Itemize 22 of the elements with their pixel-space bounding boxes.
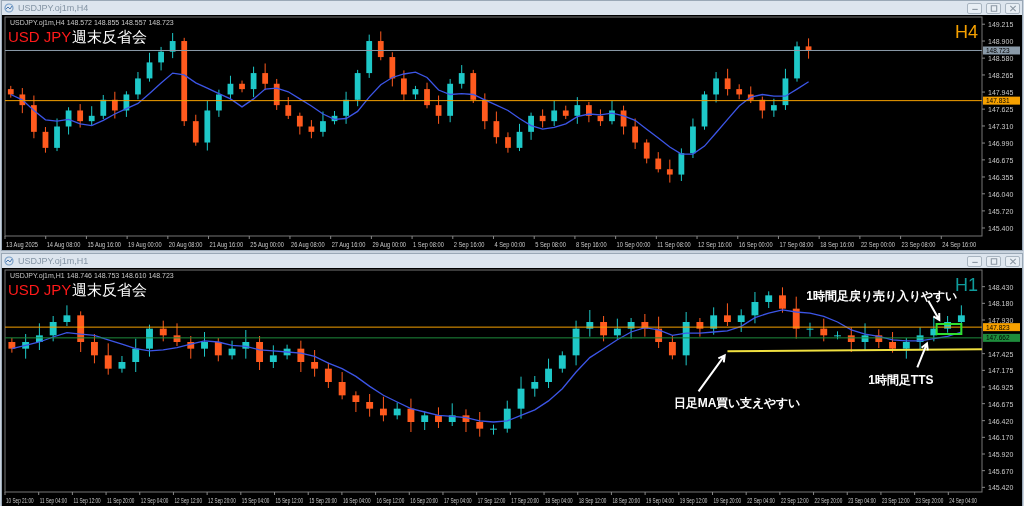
window-title: USDJPY.oj1m,H4 <box>18 2 90 15</box>
window-title: USDJPY.oj1m,H1 <box>18 255 90 268</box>
timeframe-label: H4 <box>955 22 978 42</box>
close-button[interactable] <box>1005 2 1020 14</box>
chart-caption: 週末反省会 <box>72 28 147 45</box>
arrow <box>916 341 929 369</box>
annotation-text: 1時間足TTS <box>868 372 934 387</box>
annotation-text: 1時間足戻り売り入りやすい <box>806 289 957 304</box>
annotation-text: 日足MA買い支えやすい <box>673 396 801 410</box>
minimize-button[interactable] <box>967 255 982 267</box>
chart-caption: 週末反省会 <box>72 281 147 298</box>
highlight-rectangle <box>935 323 963 335</box>
close-button[interactable] <box>1005 255 1020 267</box>
symbol-label: USD JPY <box>8 281 72 298</box>
minimize-button[interactable] <box>967 2 982 14</box>
chart-window-icon <box>4 256 14 266</box>
maximize-button[interactable] <box>986 255 1001 267</box>
maximize-button[interactable] <box>986 2 1001 14</box>
symbol-label: USD JPY <box>8 28 72 45</box>
timeframe-label: H1 <box>955 275 978 295</box>
arrow <box>697 353 726 393</box>
chart-window-icon <box>4 3 14 13</box>
